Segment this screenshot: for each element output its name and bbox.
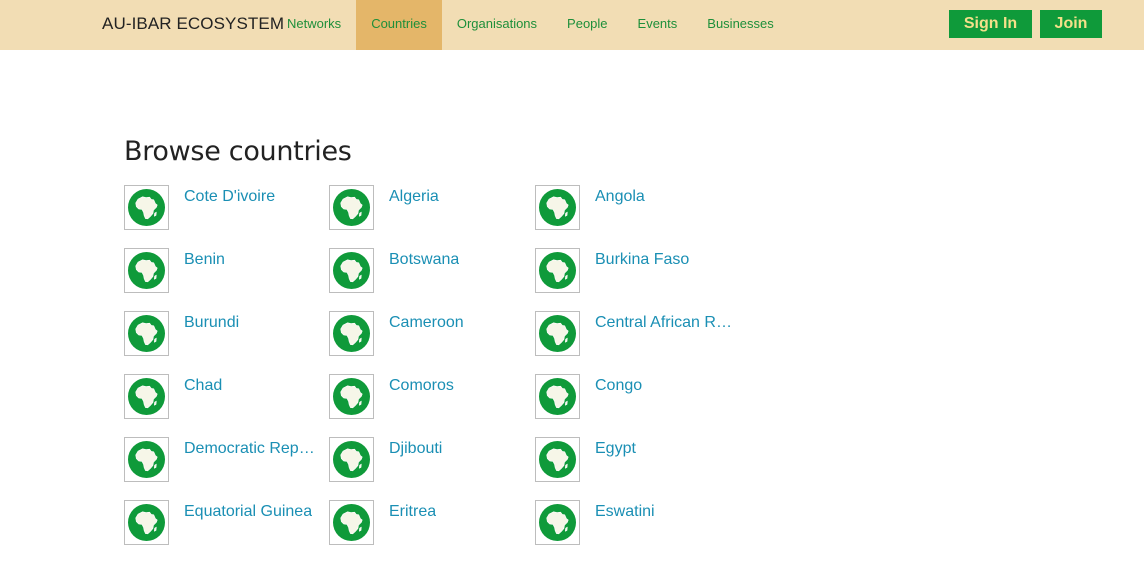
country-name-link[interactable]: Chad: [184, 377, 222, 395]
country-item[interactable]: Djibouti: [329, 437, 535, 500]
country-name-link[interactable]: Botswana: [389, 251, 459, 269]
nav-countries[interactable]: Countries: [356, 0, 442, 50]
country-name-link[interactable]: Comoros: [389, 377, 454, 395]
country-item[interactable]: Burkina Faso: [535, 248, 741, 311]
country-name-link[interactable]: Democratic Republic of the Congo: [184, 440, 322, 458]
top-navbar: AU-IBAR ECOSYSTEM Networks Countries Org…: [0, 0, 1144, 50]
country-item[interactable]: Chad: [124, 374, 329, 437]
africa-map-icon[interactable]: [124, 500, 169, 545]
page-title: Browse countries: [124, 136, 352, 167]
country-name-link[interactable]: Angola: [595, 188, 645, 206]
country-name-link[interactable]: Egypt: [595, 440, 636, 458]
africa-map-icon[interactable]: [535, 500, 580, 545]
country-name-link[interactable]: Eswatini: [595, 503, 655, 521]
country-name-link[interactable]: Congo: [595, 377, 642, 395]
auth-buttons: Sign In Join: [949, 10, 1102, 38]
africa-map-icon[interactable]: [124, 437, 169, 482]
africa-map-icon[interactable]: [535, 374, 580, 419]
africa-map-icon[interactable]: [329, 500, 374, 545]
africa-map-icon[interactable]: [535, 185, 580, 230]
nav-organisations[interactable]: Organisations: [442, 0, 552, 50]
country-name-link[interactable]: Benin: [184, 251, 225, 269]
country-name-link[interactable]: Central African Republic: [595, 314, 740, 332]
africa-map-icon[interactable]: [329, 437, 374, 482]
africa-map-icon[interactable]: [329, 248, 374, 293]
sign-in-button[interactable]: Sign In: [949, 10, 1032, 38]
africa-map-icon[interactable]: [535, 248, 580, 293]
country-list: Cote D'ivoire Algeria Angola Benin Botswana B…: [124, 185, 741, 563]
brand-logo-link[interactable]: AU-IBAR ECOSYSTEM: [102, 14, 284, 34]
country-name-link[interactable]: Eritrea: [389, 503, 436, 521]
africa-map-icon[interactable]: [124, 248, 169, 293]
country-item[interactable]: Eritrea: [329, 500, 535, 563]
country-name-link[interactable]: Burkina Faso: [595, 251, 689, 269]
country-item[interactable]: Benin: [124, 248, 329, 311]
africa-map-icon[interactable]: [124, 185, 169, 230]
country-name-link[interactable]: Cameroon: [389, 314, 464, 332]
country-item[interactable]: Central African Republic: [535, 311, 741, 374]
country-item[interactable]: Eswatini: [535, 500, 741, 563]
country-name-link[interactable]: Djibouti: [389, 440, 442, 458]
country-item[interactable]: Cote D'ivoire: [124, 185, 329, 248]
country-item[interactable]: Cameroon: [329, 311, 535, 374]
country-name-link[interactable]: Equatorial Guinea: [184, 503, 312, 521]
country-item[interactable]: Democratic Republic of the Congo: [124, 437, 329, 500]
nav-people[interactable]: People: [552, 0, 622, 50]
africa-map-icon[interactable]: [124, 374, 169, 419]
africa-map-icon[interactable]: [329, 185, 374, 230]
africa-map-icon[interactable]: [535, 437, 580, 482]
join-button[interactable]: Join: [1040, 10, 1102, 38]
africa-map-icon[interactable]: [329, 374, 374, 419]
country-item[interactable]: Equatorial Guinea: [124, 500, 329, 563]
country-item[interactable]: Comoros: [329, 374, 535, 437]
country-item[interactable]: Congo: [535, 374, 741, 437]
nav-networks[interactable]: Networks: [272, 0, 356, 50]
country-item[interactable]: Angola: [535, 185, 741, 248]
main-nav: Networks Countries Organisations People …: [272, 0, 789, 50]
country-name-link[interactable]: Burundi: [184, 314, 239, 332]
country-name-link[interactable]: Cote D'ivoire: [184, 188, 275, 206]
country-item[interactable]: Algeria: [329, 185, 535, 248]
country-name-link[interactable]: Algeria: [389, 188, 439, 206]
country-item[interactable]: Burundi: [124, 311, 329, 374]
nav-events[interactable]: Events: [623, 0, 693, 50]
africa-map-icon[interactable]: [329, 311, 374, 356]
africa-map-icon[interactable]: [535, 311, 580, 356]
country-item[interactable]: Botswana: [329, 248, 535, 311]
africa-map-icon[interactable]: [124, 311, 169, 356]
country-item[interactable]: Egypt: [535, 437, 741, 500]
nav-businesses[interactable]: Businesses: [692, 0, 788, 50]
